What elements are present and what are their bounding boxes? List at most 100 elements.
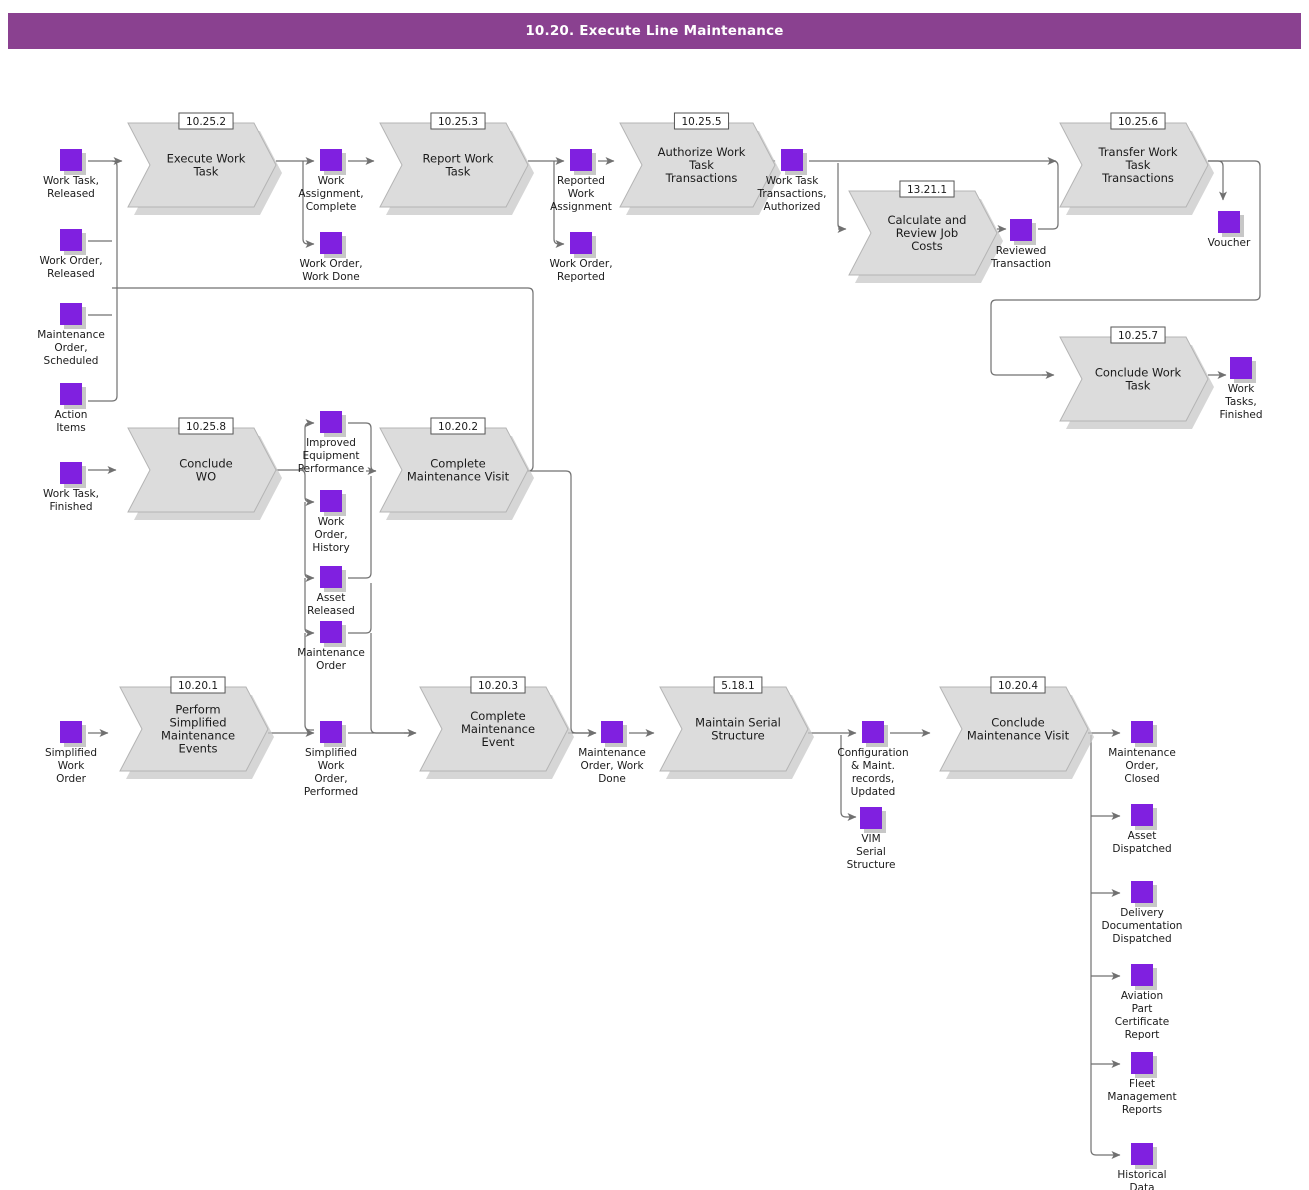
object-label: Transactions,: [757, 188, 827, 200]
process-code-label: 10.25.8: [186, 421, 226, 433]
object-square: [320, 490, 342, 512]
object-square: [862, 721, 884, 743]
process-code-label: 10.25.7: [1118, 330, 1158, 342]
process-label: Maintenance: [161, 729, 235, 743]
process-label: Authorize Work: [658, 145, 746, 159]
object-label: Certificate: [1115, 1016, 1170, 1028]
object-node[interactable]: Work Task,Released: [43, 149, 99, 200]
object-label: Maintenance: [297, 647, 365, 659]
process-node-10-25-2[interactable]: Execute WorkTask 10.25.2: [127, 112, 282, 215]
object-node[interactable]: HistoricalData: [1117, 1143, 1167, 1190]
object-node[interactable]: Work Order,Reported: [549, 232, 613, 283]
object-label: Asset: [317, 592, 346, 604]
object-label: Action: [55, 409, 88, 421]
object-square: [60, 229, 82, 251]
object-label: Maintenance: [1108, 747, 1176, 759]
object-node[interactable]: MaintenanceOrder,Closed: [1108, 721, 1176, 785]
object-node[interactable]: AssetDispatched: [1112, 804, 1172, 855]
process-label: Maintain Serial: [695, 716, 781, 730]
object-label: Performance: [298, 463, 365, 475]
object-label: Part: [1132, 1003, 1153, 1015]
object-label: Reported: [557, 175, 605, 187]
object-label: Reports: [1122, 1104, 1162, 1116]
object-label: Order,: [1125, 760, 1158, 772]
object-node[interactable]: ImprovedEquipmentPerformance: [298, 411, 365, 475]
object-node[interactable]: MaintenanceOrder: [297, 621, 365, 672]
object-square: [60, 721, 82, 743]
process-label: Task: [445, 165, 471, 179]
process-code-label: 10.25.2: [186, 116, 226, 128]
object-label: Documentation: [1102, 920, 1183, 932]
process-node-10-25-3[interactable]: Report WorkTask 10.25.3: [379, 112, 534, 215]
object-label: Simplified: [305, 747, 357, 759]
object-label: Complete: [306, 201, 357, 213]
object-node[interactable]: AssetReleased: [307, 566, 355, 617]
process-code-label: 10.20.4: [998, 680, 1038, 692]
object-label: Dispatched: [1112, 843, 1171, 855]
object-node[interactable]: ReportedWorkAssignment: [550, 149, 612, 213]
process-label: Conclude: [991, 716, 1045, 730]
object-node[interactable]: Work Order,Work Done: [299, 232, 363, 283]
object-label: Work Order,: [299, 258, 362, 270]
object-square: [320, 149, 342, 171]
process-label: Transactions: [665, 171, 738, 185]
object-square: [320, 566, 342, 588]
object-label: Management: [1107, 1091, 1176, 1103]
process-label: Review Job: [896, 226, 958, 240]
process-label: Costs: [911, 239, 943, 253]
object-label: Done: [598, 773, 626, 785]
object-label: Work: [58, 760, 86, 772]
process-node-10-25-7[interactable]: Conclude WorkTask 10.25.7: [1059, 326, 1214, 429]
process-code-label: 10.20.3: [478, 680, 518, 692]
object-node[interactable]: ReviewedTransaction: [990, 219, 1051, 270]
process-node-10-25-6[interactable]: Transfer WorkTaskTransactions 10.25.6: [1059, 112, 1214, 215]
object-node[interactable]: DeliveryDocumentationDispatched: [1102, 881, 1183, 945]
object-label: Work: [568, 188, 596, 200]
object-square: [1218, 211, 1240, 233]
object-square: [1131, 804, 1153, 826]
object-node[interactable]: SimplifiedWorkOrder: [45, 721, 97, 785]
object-node[interactable]: MaintenanceOrder, WorkDone: [578, 721, 646, 785]
object-node[interactable]: Work Order,Released: [39, 229, 103, 280]
object-square: [60, 383, 82, 405]
object-square: [60, 303, 82, 325]
object-node[interactable]: WorkOrder,History: [312, 490, 350, 554]
process-label: Conclude: [179, 457, 233, 471]
process-label: Event: [482, 735, 515, 749]
object-node[interactable]: WorkAssignment,Complete: [298, 149, 364, 213]
process-node-10-20-1[interactable]: PerformSimplifiedMaintenanceEvents 10.20.…: [119, 676, 274, 779]
object-node[interactable]: FleetManagementReports: [1107, 1052, 1177, 1116]
object-node[interactable]: Voucher: [1208, 211, 1251, 249]
object-label: Finished: [1219, 409, 1262, 421]
object-node[interactable]: AviationPartCertificateReport: [1115, 964, 1170, 1041]
process-node-13-21-1[interactable]: Calculate andReview JobCosts 13.21.1: [848, 180, 1003, 283]
object-label: Maintenance: [578, 747, 646, 759]
process-label: Report Work: [423, 152, 494, 166]
object-node[interactable]: MaintenanceOrder,Scheduled: [37, 303, 105, 367]
connector-layer: [88, 157, 1261, 1159]
process-node-10-20-2[interactable]: CompleteMaintenance Visit 10.20.2: [379, 417, 534, 520]
object-square: [1131, 881, 1153, 903]
object-label: Serial: [856, 846, 886, 858]
object-label: Configuration: [837, 747, 908, 759]
object-label: Work Order,: [39, 255, 102, 267]
flow-diagram-canvas: Execute WorkTask10.25.2Report WorkTask10…: [37, 112, 1263, 1190]
object-node[interactable]: WorkTasks,Finished: [1219, 357, 1263, 421]
object-label: Dispatched: [1112, 933, 1171, 945]
process-node-10-20-4[interactable]: ConcludeMaintenance Visit 10.20.4: [939, 676, 1094, 779]
object-label: Updated: [851, 786, 896, 798]
process-node-10-20-3[interactable]: CompleteMaintenanceEvent 10.20.3: [419, 676, 574, 779]
process-label: Execute Work: [167, 152, 246, 166]
object-node[interactable]: ActionItems: [55, 383, 88, 434]
connector-p7-to-o16: [304, 502, 315, 582]
process-node-layer: Execute WorkTask10.25.2Report WorkTask10…: [119, 112, 1214, 779]
process-node-10-25-8[interactable]: ConcludeWO 10.25.8: [127, 417, 282, 520]
process-node-5-18-1[interactable]: Maintain SerialStructure 5.18.1: [659, 676, 814, 779]
object-label: Work: [318, 516, 346, 528]
object-label: Equipment: [303, 450, 360, 462]
object-square: [60, 462, 82, 484]
process-label: Maintenance Visit: [967, 729, 1070, 743]
object-label: Reported: [557, 271, 605, 283]
object-label: Authorized: [764, 201, 821, 213]
object-label: Data: [1129, 1182, 1154, 1190]
